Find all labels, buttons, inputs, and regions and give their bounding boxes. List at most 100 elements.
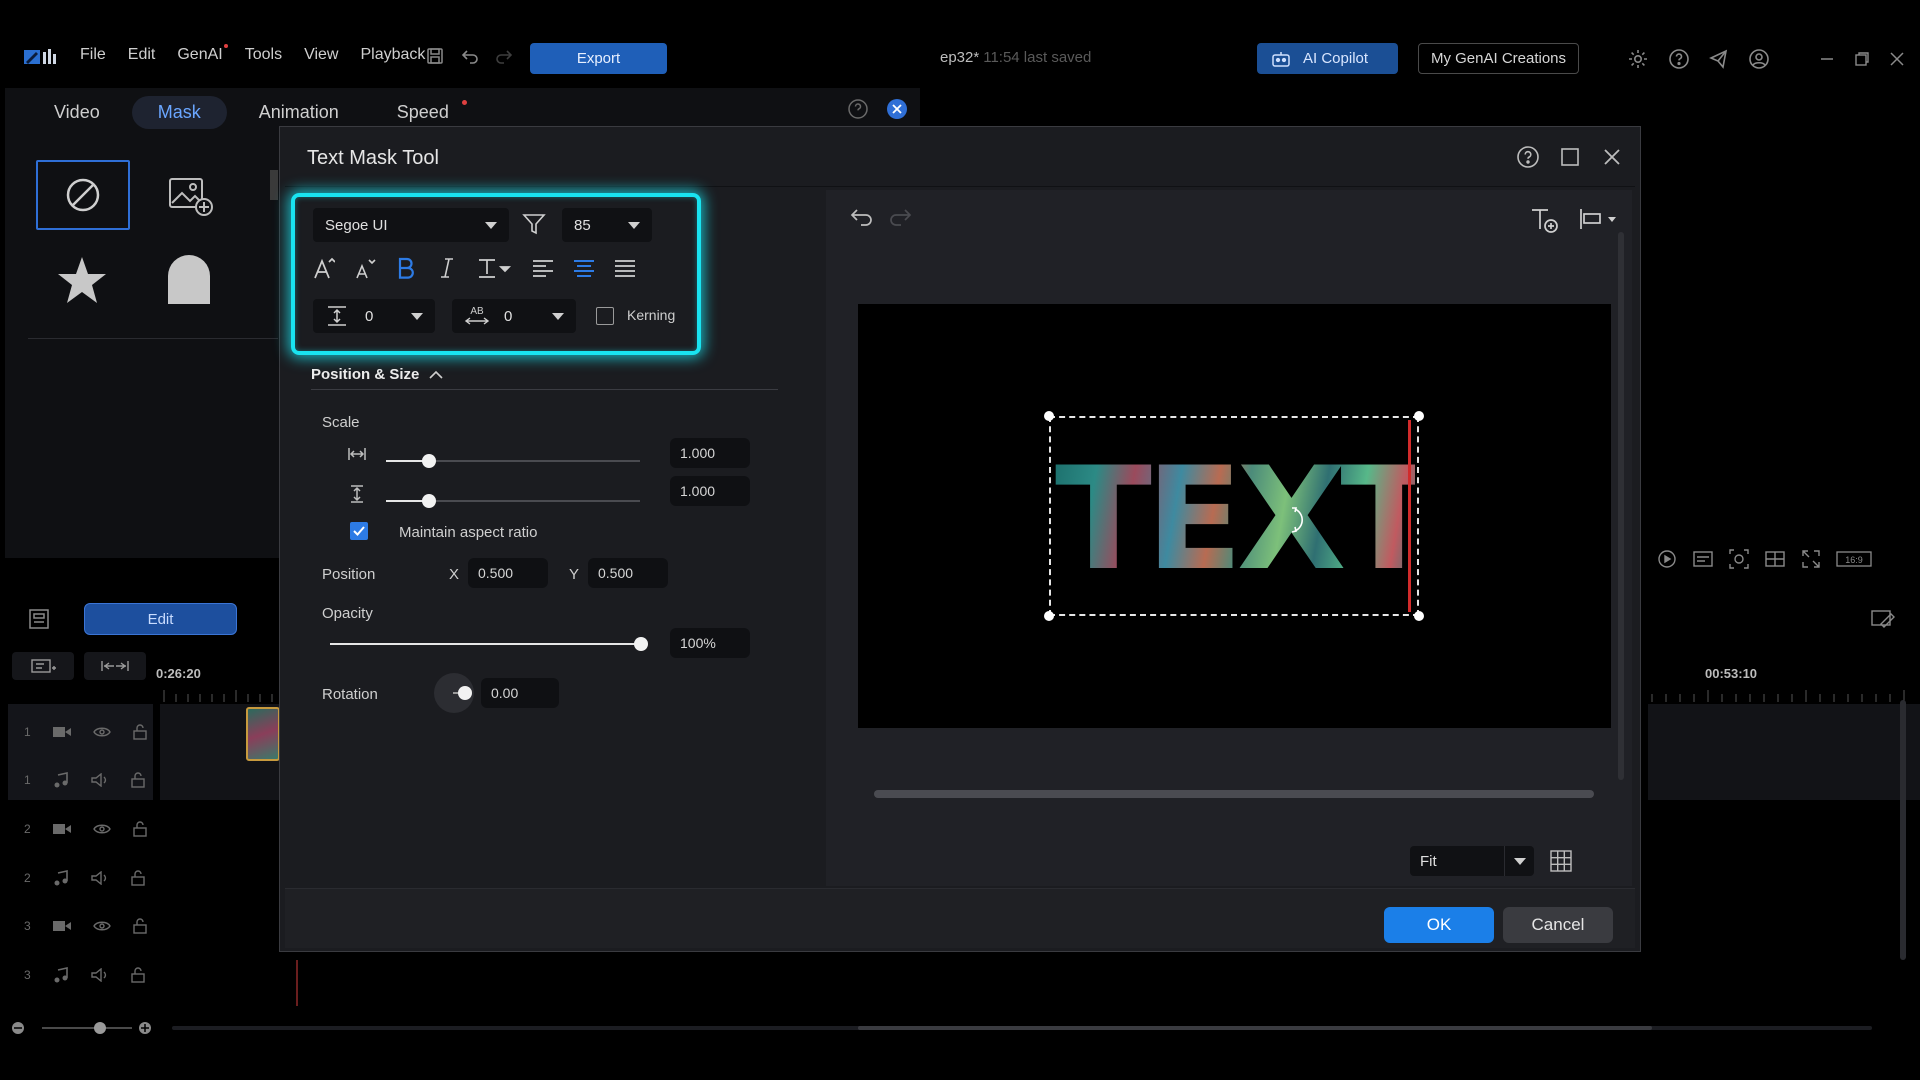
camera-icon: [52, 726, 71, 738]
video-clip[interactable]: [246, 707, 280, 761]
playhead[interactable]: [296, 960, 298, 1006]
panel-help-icon[interactable]: [847, 98, 869, 120]
timeline-snapshot-icon[interactable]: [28, 608, 50, 630]
position-size-header[interactable]: Position & Size: [311, 366, 443, 383]
preview-redo-icon[interactable]: [887, 207, 913, 227]
export-button[interactable]: Export: [530, 43, 667, 74]
timeline-ruler-left[interactable]: [160, 688, 280, 702]
minimize-icon[interactable]: [1818, 50, 1838, 70]
lock-icon[interactable]: [130, 772, 145, 788]
my-genai-creations-button[interactable]: My GenAI Creations: [1418, 43, 1579, 74]
snapshot-icon[interactable]: [1656, 548, 1678, 570]
slider-knob: [422, 494, 436, 508]
rotation-dial[interactable]: [434, 673, 474, 713]
menu-tools[interactable]: Tools: [245, 46, 282, 64]
menu-view[interactable]: View: [304, 46, 338, 64]
speaker-icon[interactable]: [90, 968, 109, 982]
preview-undo-icon[interactable]: [849, 207, 875, 227]
opacity-slider[interactable]: [330, 637, 648, 651]
resize-handle-bl[interactable]: [1044, 611, 1054, 621]
ai-copilot-button[interactable]: AI Copilot: [1257, 43, 1398, 74]
undo-icon[interactable]: [460, 46, 480, 66]
maintain-aspect-checkbox[interactable]: [350, 522, 368, 540]
lock-icon[interactable]: [132, 821, 147, 837]
opacity-label: Opacity: [322, 605, 373, 622]
subtitle-icon[interactable]: [1692, 548, 1714, 570]
arch-mask-icon[interactable]: [166, 252, 212, 304]
timeline-zoom-slider[interactable]: [12, 1018, 1892, 1038]
feedback-icon[interactable]: [1708, 48, 1728, 69]
tab-animation[interactable]: Animation: [233, 96, 365, 129]
speaker-icon[interactable]: [90, 773, 109, 787]
eye-icon[interactable]: [92, 726, 111, 738]
dialog-maximize-icon[interactable]: [1558, 145, 1582, 169]
music-icon: [53, 772, 69, 788]
selection-box[interactable]: [1049, 416, 1419, 616]
help-icon[interactable]: [1668, 48, 1689, 69]
preview-edit-icon[interactable]: [1870, 607, 1896, 631]
image-mask-icon[interactable]: [168, 175, 214, 217]
x-label: X: [449, 566, 460, 583]
dialog-help-icon[interactable]: [1516, 145, 1540, 169]
timeline-vertical-scrollbar[interactable]: [1900, 700, 1906, 960]
fullscreen-icon[interactable]: [1800, 548, 1822, 570]
cancel-button[interactable]: Cancel: [1503, 907, 1613, 943]
zoom-select[interactable]: Fit: [1410, 846, 1534, 876]
align-objects-icon[interactable]: [1578, 207, 1622, 233]
position-x-input[interactable]: 0.500: [468, 558, 548, 588]
star-mask-icon[interactable]: [56, 255, 108, 305]
add-text-icon[interactable]: [1530, 207, 1560, 235]
resize-handle-tr[interactable]: [1414, 411, 1424, 421]
scale-height-input[interactable]: 1.000: [670, 476, 750, 506]
ok-button[interactable]: OK: [1384, 907, 1494, 943]
lock-icon[interactable]: [132, 918, 147, 934]
timeline-ruler-right[interactable]: [1648, 688, 1920, 702]
track-number: 2: [24, 871, 31, 885]
project-title: ep32* 11:54 last saved: [940, 49, 1091, 66]
tab-video[interactable]: Video: [28, 96, 126, 129]
scale-width-input[interactable]: 1.000: [670, 438, 750, 468]
grid-lines-icon[interactable]: [1549, 849, 1573, 873]
edit-button[interactable]: Edit: [84, 603, 237, 635]
redo-icon[interactable]: [494, 46, 514, 66]
menu-genai[interactable]: GenAI: [177, 44, 229, 64]
panel-close-icon[interactable]: [886, 98, 908, 120]
tab-speed[interactable]: Speed: [371, 96, 475, 129]
scale-width-slider[interactable]: [386, 454, 640, 468]
menu-file[interactable]: File: [80, 46, 106, 64]
zoom-icon[interactable]: [1728, 548, 1750, 570]
resize-handle-tl[interactable]: [1044, 411, 1054, 421]
add-track-button[interactable]: [12, 652, 74, 680]
restore-icon[interactable]: [1853, 50, 1873, 70]
checkmark-icon: [353, 526, 365, 536]
menu-edit[interactable]: Edit: [128, 46, 156, 64]
account-icon[interactable]: [1748, 48, 1769, 69]
dialog-close-icon[interactable]: [1600, 145, 1624, 169]
grid-icon[interactable]: [1764, 548, 1786, 570]
aspect-ratio-icon[interactable]: 16:9: [1836, 548, 1872, 570]
ai-copilot-label: AI Copilot: [1303, 50, 1369, 67]
position-y-input[interactable]: 0.500: [588, 558, 668, 588]
close-window-icon[interactable]: [1888, 50, 1908, 70]
rotation-input[interactable]: 0.00: [481, 678, 559, 708]
scale-width-icon: [347, 445, 367, 463]
opacity-input[interactable]: 100%: [670, 628, 750, 658]
eye-icon[interactable]: [92, 920, 111, 932]
save-icon[interactable]: [425, 46, 445, 66]
resize-handle-br[interactable]: [1414, 611, 1424, 621]
preview-horizontal-scrollbar[interactable]: [874, 790, 1594, 798]
mask-none-option[interactable]: [36, 160, 130, 230]
timeline-time-right: 00:53:10: [1705, 666, 1758, 681]
lock-icon[interactable]: [130, 870, 145, 886]
fit-timeline-button[interactable]: [84, 652, 146, 680]
preview-vertical-scrollbar[interactable]: [1618, 232, 1624, 780]
settings-icon[interactable]: [1627, 48, 1647, 68]
eye-icon[interactable]: [92, 823, 111, 835]
scale-height-slider[interactable]: [386, 494, 640, 508]
lock-icon[interactable]: [132, 724, 147, 740]
lock-icon[interactable]: [130, 967, 145, 983]
menu-playback[interactable]: Playback: [360, 46, 425, 64]
speaker-icon[interactable]: [90, 871, 109, 885]
mask-list-scrollbar[interactable]: [270, 170, 278, 200]
tab-mask[interactable]: Mask: [131, 96, 227, 129]
